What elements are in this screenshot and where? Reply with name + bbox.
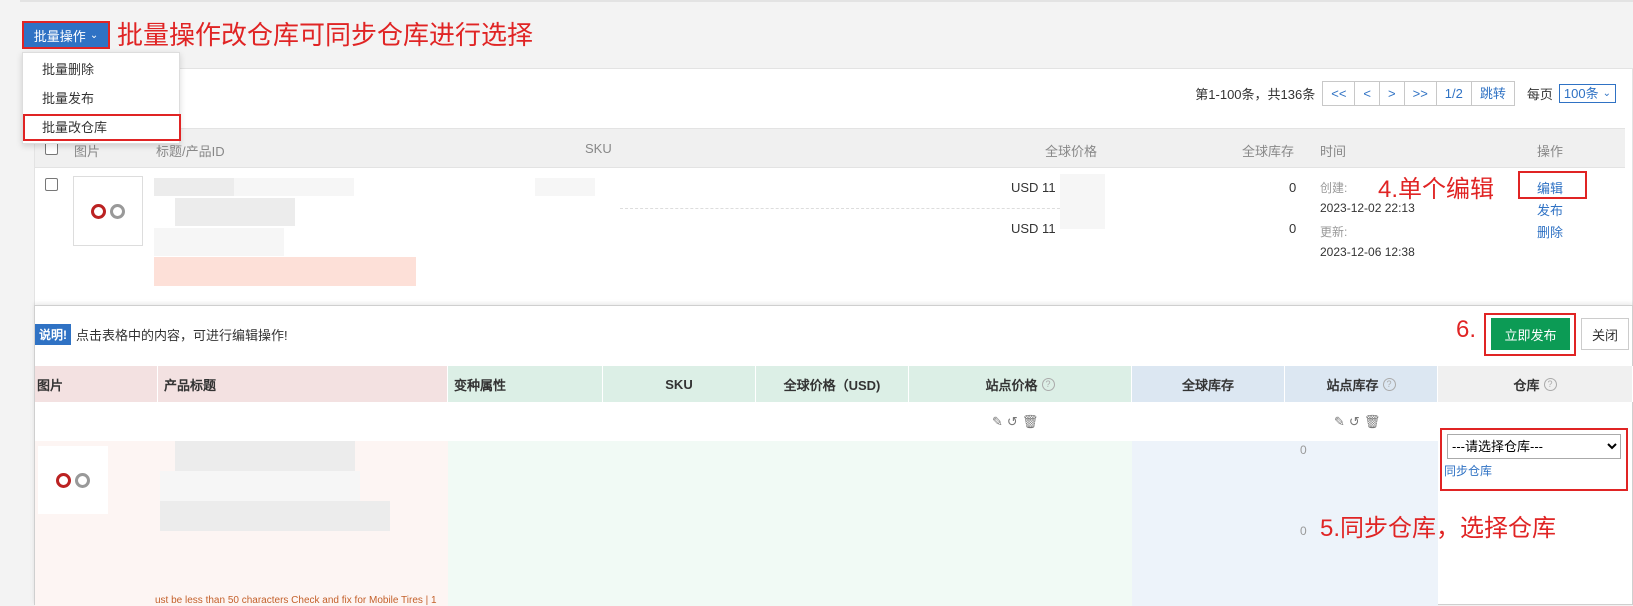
site-stock-tools: ✎ ↺ 🗑 — [1334, 414, 1380, 430]
eheader-site-price: 站点价格? — [909, 366, 1132, 402]
help-icon[interactable]: ? — [1382, 377, 1396, 391]
eheader-site-stock-label: 站点库存 — [1326, 377, 1379, 393]
first-page-button[interactable]: << — [1322, 81, 1356, 106]
jump-button[interactable]: 跳转 — [1470, 81, 1515, 106]
trash-icon[interactable]: 🗑 — [1022, 414, 1039, 430]
product-image — [56, 472, 71, 488]
note-text: 点击表格中的内容，可进行编辑操作! — [76, 328, 288, 343]
per-page-select[interactable]: 100条 ⌄ — [1558, 84, 1616, 103]
chevron-down-icon: ⌄ — [89, 29, 99, 41]
pagination: 第1-100条，共136条 << < > >> 1/2 跳转 每页 100条 ⌄ — [1195, 81, 1616, 106]
warehouse-select[interactable]: ---请选择仓库--- — [1447, 434, 1621, 459]
global-stock-2[interactable]: 0 — [1289, 221, 1296, 236]
blurred-product-title-2 — [160, 471, 360, 501]
note-badge: 说明! — [35, 324, 71, 345]
global-price-1[interactable]: USD 11 — [1011, 180, 1056, 195]
pagination-summary: 第1-100条，共136条 — [1195, 87, 1316, 102]
row-checkbox[interactable] — [45, 178, 58, 191]
edit-icon[interactable]: ✎ — [1334, 414, 1345, 430]
site-price-tools: ✎ ↺ 🗑 — [992, 414, 1038, 430]
blurred-product-title — [175, 441, 355, 471]
close-button[interactable]: 关闭 — [1581, 318, 1629, 350]
row-divider — [620, 208, 1070, 209]
edit-link[interactable]: 编辑 — [1537, 178, 1563, 197]
annotation-publish: 6. — [1456, 316, 1477, 343]
updated-label: 更新: — [1320, 225, 1348, 239]
blurred-product-id — [175, 198, 295, 226]
eheader-image: 图片 — [35, 366, 158, 402]
blurred-product-id-2 — [154, 228, 284, 256]
refresh-icon[interactable]: ↺ — [1349, 414, 1360, 430]
chevron-down-icon: ⌄ — [1602, 88, 1611, 99]
product-image-part — [75, 472, 90, 488]
blurred-title-2 — [234, 178, 354, 196]
annotation-single-edit: 4.单个编辑 — [1378, 176, 1495, 203]
page-indicator: 1/2 — [1435, 81, 1472, 106]
variant-thumbnail[interactable] — [38, 446, 108, 514]
list-table-header: 图片 标题/产品ID SKU 全球价格 全球库存 时间 操作 — [35, 128, 1625, 168]
header-actions: 操作 — [1537, 144, 1564, 159]
eheader-global-price: 全球价格（USD) — [756, 366, 909, 402]
bottom-text-fragment: ust be less than 50 characters Check and… — [155, 595, 437, 605]
refresh-icon[interactable]: ↺ — [1007, 414, 1018, 430]
created-label: 创建: — [1320, 181, 1348, 195]
batch-operation-button[interactable]: 批量操作 ⌄ — [22, 21, 110, 49]
eheader-variant: 变种属性 — [448, 366, 603, 402]
last-page-button[interactable]: >> — [1403, 81, 1437, 106]
eheader-site-price-label: 站点价格 — [985, 377, 1038, 393]
eheader-sku: SKU — [603, 366, 756, 402]
global-stock-value-2[interactable]: 0 — [1300, 524, 1307, 538]
help-icon[interactable]: ? — [1041, 377, 1055, 391]
edit-panel: 说明! 点击表格中的内容，可进行编辑操作! 6. 立即发布 关闭 图片 产品标题… — [34, 305, 1633, 606]
per-page-value: 100条 — [1563, 86, 1599, 101]
variant-column-body — [448, 441, 1132, 606]
header-time: 时间 — [1320, 144, 1347, 159]
global-stock-1[interactable]: 0 — [1289, 180, 1296, 195]
batch-operation-label: 批量操作 — [33, 28, 86, 44]
highlight-box-change-warehouse — [23, 114, 181, 141]
menu-item-batch-publish[interactable]: 批量发布 — [23, 86, 179, 112]
blurred-product-title-3 — [160, 501, 390, 531]
eheader-site-stock: 站点库存? — [1285, 366, 1438, 402]
eheader-warehouse: 仓库? — [1438, 366, 1633, 402]
header-global-stock: 全球库存 — [1242, 144, 1295, 159]
blurred-price — [1060, 174, 1105, 229]
trash-icon[interactable]: 🗑 — [1364, 414, 1381, 430]
publish-link[interactable]: 发布 — [1537, 200, 1563, 219]
menu-item-batch-delete[interactable]: 批量删除 — [23, 57, 179, 83]
header-sku: SKU — [585, 141, 612, 156]
annotation-batch: 批量操作改仓库可同步仓库进行选择 — [117, 20, 534, 50]
sync-warehouse-link[interactable]: 同步仓库 — [1444, 462, 1492, 479]
delete-link[interactable]: 删除 — [1537, 222, 1563, 241]
publish-now-button[interactable]: 立即发布 — [1491, 318, 1570, 350]
updated-time: 2023-12-06 12:38 — [1320, 245, 1415, 259]
next-page-button[interactable]: > — [1379, 81, 1405, 106]
global-stock-value-1[interactable]: 0 — [1300, 443, 1307, 457]
eheader-title: 产品标题 — [158, 366, 448, 402]
header-global-price: 全球价格 — [1045, 144, 1098, 159]
global-price-2[interactable]: USD 11 — [1011, 221, 1056, 236]
blurred-sku — [535, 178, 595, 196]
top-divider — [20, 0, 1633, 2]
eheader-warehouse-label: 仓库 — [1513, 377, 1540, 393]
product-image — [91, 203, 106, 219]
annotation-warehouse: 5.同步仓库，选择仓库 — [1320, 515, 1557, 542]
help-icon[interactable]: ? — [1543, 377, 1557, 391]
edit-note: 说明! 点击表格中的内容，可进行编辑操作! — [35, 324, 288, 345]
blurred-tag — [154, 257, 416, 286]
batch-menu: 批量删除 批量发布 批量改仓库 — [22, 52, 181, 144]
product-thumbnail[interactable] — [73, 176, 143, 246]
eheader-global-stock: 全球库存 — [1132, 366, 1285, 402]
prev-page-button[interactable]: < — [1354, 81, 1381, 106]
blurred-title — [154, 178, 234, 196]
edit-icon[interactable]: ✎ — [992, 414, 1003, 430]
product-image-part — [110, 203, 125, 219]
per-page-label: 每页 — [1526, 87, 1553, 102]
